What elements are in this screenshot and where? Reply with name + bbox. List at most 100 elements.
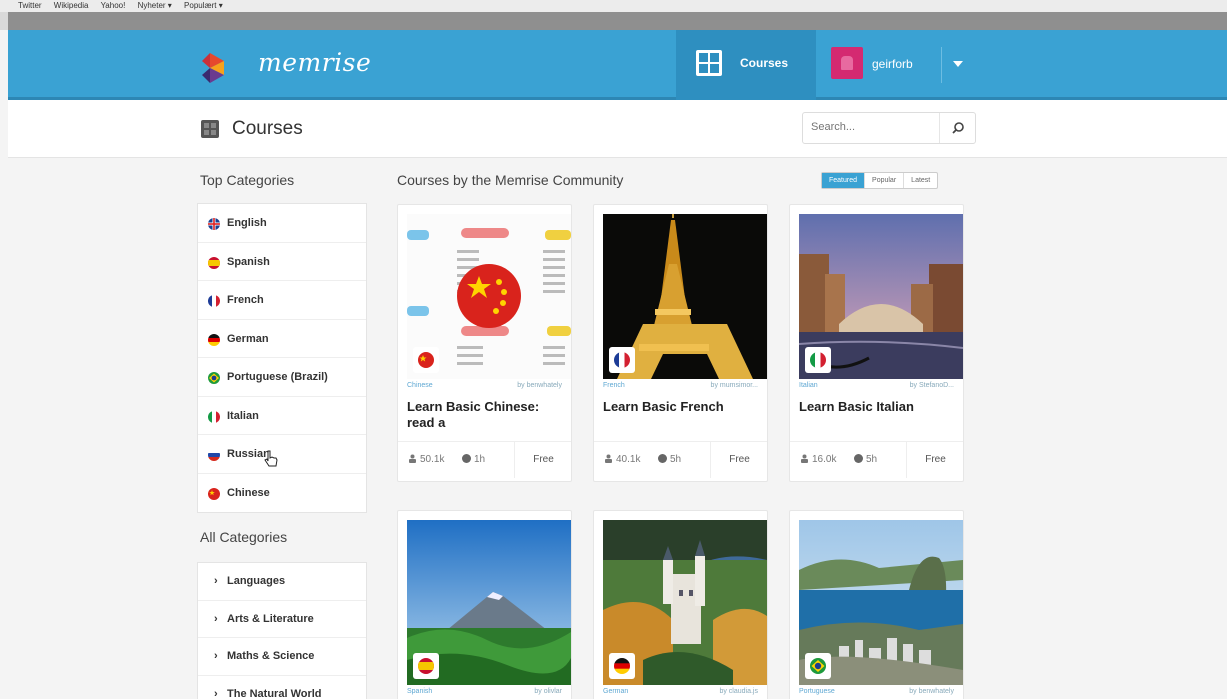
- bookmark-populaert[interactable]: Populært ▾: [184, 1, 223, 10]
- italy-flag-icon: [810, 352, 826, 368]
- course-card-german[interactable]: German by claudia.js: [593, 510, 768, 699]
- search-box[interactable]: [802, 112, 976, 144]
- user-menu[interactable]: geirforb: [816, 30, 976, 100]
- course-title[interactable]: Learn Basic French: [603, 399, 763, 415]
- china-flag-icon: [418, 352, 434, 368]
- all-categories-heading: All Categories: [200, 529, 288, 545]
- time-value: 5h: [670, 454, 682, 465]
- france-flag-icon: [208, 295, 220, 307]
- course-stats: 16.0k 5h Free: [790, 441, 963, 478]
- courses-page-icon: [201, 120, 219, 138]
- person-icon: [409, 454, 416, 463]
- course-card-portuguese[interactable]: Portuguese by benwhately: [789, 510, 964, 699]
- course-author[interactable]: by mumsimor...: [711, 382, 758, 389]
- course-flag: [609, 347, 635, 373]
- course-image: [799, 214, 963, 379]
- chevron-right-icon: ›: [214, 575, 218, 587]
- course-author[interactable]: by StefanoD...: [910, 382, 954, 389]
- course-card-spanish[interactable]: Spanish by olivlar: [397, 510, 572, 699]
- china-flag-icon: [208, 487, 220, 500]
- category-natural-world[interactable]: › The Natural World: [198, 676, 366, 699]
- brazil-flag-icon: [810, 658, 826, 674]
- course-author[interactable]: by olivlar: [534, 688, 562, 695]
- learners-count: 50.1k: [408, 454, 444, 465]
- category-label: Chinese: [227, 486, 270, 499]
- category-label: The Natural World: [227, 687, 322, 699]
- chevron-right-icon: ›: [214, 612, 218, 625]
- course-price: Free: [514, 442, 571, 478]
- category-maths-science[interactable]: › Maths & Science: [198, 638, 366, 676]
- course-title[interactable]: Learn Basic Chinese: read a: [407, 399, 567, 431]
- course-price: Free: [710, 442, 767, 478]
- course-card-french[interactable]: French by mumsimor... Learn Basic French…: [593, 204, 768, 482]
- browser-strip: [0, 12, 1227, 30]
- course-image: [407, 214, 571, 379]
- course-language[interactable]: Italian: [799, 382, 818, 389]
- category-portuguese-brazil[interactable]: Portuguese (Brazil): [198, 358, 366, 397]
- course-price: Free: [906, 442, 963, 478]
- bookmark-wikipedia[interactable]: Wikipedia: [54, 1, 89, 10]
- category-spanish[interactable]: Spanish: [198, 243, 366, 281]
- user-dropdown-button[interactable]: [941, 47, 975, 83]
- clock-icon: [462, 454, 471, 463]
- top-categories-heading: Top Categories: [200, 172, 295, 188]
- course-language[interactable]: French: [603, 382, 625, 389]
- category-english[interactable]: English: [198, 204, 366, 243]
- course-flag: [805, 653, 831, 679]
- uk-flag-icon: [208, 218, 220, 230]
- course-stats: 50.1k 1h Free: [398, 441, 571, 478]
- course-language[interactable]: Portuguese: [799, 688, 835, 695]
- course-flag: [805, 347, 831, 373]
- course-language[interactable]: German: [603, 688, 628, 695]
- spain-flag-icon: [418, 658, 434, 674]
- person-icon: [605, 454, 612, 463]
- chevron-down-icon: [953, 61, 963, 67]
- filter-latest[interactable]: Latest: [903, 173, 937, 188]
- browser-strip-edge: [0, 12, 8, 30]
- filter-featured[interactable]: Featured: [822, 173, 865, 188]
- category-chinese[interactable]: Chinese: [198, 474, 366, 513]
- category-languages[interactable]: › Languages: [198, 563, 366, 601]
- time-value: 5h: [866, 454, 878, 465]
- category-arts-literature[interactable]: › Arts & Literature: [198, 601, 366, 638]
- filter-popular[interactable]: Popular: [864, 173, 903, 188]
- brand-wordmark[interactable]: memrise: [258, 48, 371, 77]
- course-image: [407, 520, 571, 685]
- category-german[interactable]: German: [198, 320, 366, 358]
- category-label: Portuguese (Brazil): [227, 371, 328, 383]
- category-italian[interactable]: Italian: [198, 397, 366, 435]
- username[interactable]: geirforb: [872, 57, 913, 71]
- category-russian[interactable]: Russian: [198, 435, 366, 474]
- bookmark-yahoo[interactable]: Yahoo!: [101, 1, 126, 10]
- bookmark-twitter[interactable]: Twitter: [18, 1, 42, 10]
- brazil-flag-icon: [208, 372, 220, 384]
- search-button[interactable]: [939, 113, 975, 143]
- bookmarks-bar: Twitter Wikipedia Yahoo! Nyheter ▾ Popul…: [0, 0, 1227, 12]
- learners-value: 16.0k: [812, 454, 837, 465]
- course-time: 5h: [854, 454, 877, 465]
- italy-flag-icon: [208, 410, 220, 423]
- course-language[interactable]: Chinese: [407, 382, 433, 389]
- course-card-italian[interactable]: Italian by StefanoD... Learn Basic Itali…: [789, 204, 964, 482]
- course-author[interactable]: by claudia.js: [719, 688, 758, 695]
- course-author[interactable]: by benwhately: [909, 688, 954, 695]
- category-label: English: [227, 217, 267, 229]
- category-label: Maths & Science: [227, 650, 315, 662]
- course-flag: [413, 347, 439, 373]
- course-flag: [609, 653, 635, 679]
- category-french[interactable]: French: [198, 281, 366, 320]
- course-title[interactable]: Learn Basic Italian: [799, 399, 959, 415]
- nav-courses-tab[interactable]: Courses: [676, 30, 816, 100]
- course-language[interactable]: Spanish: [407, 688, 432, 695]
- search-input[interactable]: [811, 121, 931, 133]
- learners-count: 16.0k: [800, 454, 836, 465]
- spain-flag-icon: [208, 256, 220, 269]
- course-card-chinese[interactable]: Chinese by benwhately Learn Basic Chines…: [397, 204, 572, 482]
- avatar[interactable]: [831, 47, 863, 79]
- bookmark-nyheter[interactable]: Nyheter ▾: [138, 1, 172, 10]
- course-time: 5h: [658, 454, 681, 465]
- memrise-logo-icon[interactable]: [198, 51, 238, 85]
- hand-cursor-icon: [264, 450, 278, 467]
- all-categories-list: › Languages › Arts & Literature › Maths …: [197, 562, 367, 699]
- course-author[interactable]: by benwhately: [517, 382, 562, 389]
